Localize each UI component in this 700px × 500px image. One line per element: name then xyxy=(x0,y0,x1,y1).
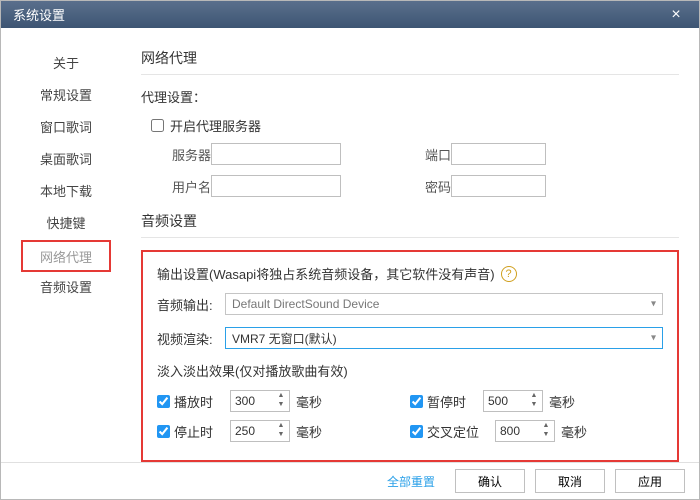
fade-cross-checkbox[interactable] xyxy=(410,425,423,438)
proxy-settings-label: 代理设置： xyxy=(141,87,679,106)
footer: 全部重置 确认 取消 应用 xyxy=(1,462,699,499)
username-input[interactable] xyxy=(211,175,341,197)
spin-down-icon[interactable]: ▼ xyxy=(540,431,552,440)
sidebar-item-local-download[interactable]: 本地下载 xyxy=(21,176,111,208)
sidebar-item-desktop-lyrics[interactable]: 桌面歌词 xyxy=(21,144,111,176)
fade-pause-label: 暂停时 xyxy=(427,392,477,411)
cancel-button[interactable]: 取消 xyxy=(535,469,605,493)
titlebar: 系统设置 × xyxy=(1,1,699,28)
video-render-label: 视频渲染: xyxy=(157,329,225,348)
fade-unit: 毫秒 xyxy=(549,392,575,411)
spin-up-icon[interactable]: ▲ xyxy=(275,392,287,401)
main-panel: 网络代理 代理设置： 开启代理服务器 服务器 端口 用户名 密码 音频设置 xyxy=(131,28,699,462)
fade-cross-spinner[interactable]: 800 ▲▼ xyxy=(495,420,555,442)
fade-unit: 毫秒 xyxy=(561,422,587,441)
sidebar-item-network-proxy[interactable]: 网络代理 xyxy=(21,240,111,272)
fade-stop-label: 停止时 xyxy=(174,422,224,441)
sidebar-item-shortcuts[interactable]: 快捷键 xyxy=(21,208,111,240)
fade-play-spinner[interactable]: 300 ▲▼ xyxy=(230,390,290,412)
chevron-down-icon: ▾ xyxy=(651,299,656,310)
fade-unit: 毫秒 xyxy=(296,422,322,441)
fade-stop-spinner[interactable]: 250 ▲▼ xyxy=(230,420,290,442)
help-icon[interactable]: ? xyxy=(501,266,517,282)
port-input[interactable] xyxy=(451,143,546,165)
username-label: 用户名 xyxy=(151,177,211,196)
server-input[interactable] xyxy=(211,143,341,165)
enable-proxy-checkbox[interactable] xyxy=(151,119,164,132)
audio-output-value: Default DirectSound Device xyxy=(232,297,379,311)
fade-stop-checkbox[interactable] xyxy=(157,425,170,438)
spin-down-icon[interactable]: ▼ xyxy=(275,401,287,410)
fade-play-value: 300 xyxy=(235,394,255,408)
fade-stop-value: 250 xyxy=(235,424,255,438)
fade-unit: 毫秒 xyxy=(296,392,322,411)
audio-output-label: 音频输出: xyxy=(157,295,225,314)
password-label: 密码 xyxy=(411,177,451,196)
fade-title: 淡入淡出效果(仅对播放歌曲有效) xyxy=(157,361,663,380)
reset-all-link[interactable]: 全部重置 xyxy=(387,473,435,490)
fade-play-label: 播放时 xyxy=(174,392,224,411)
spin-up-icon[interactable]: ▲ xyxy=(540,422,552,431)
settings-dialog: 系统设置 × 关于 常规设置 窗口歌词 桌面歌词 本地下载 快捷键 网络代理 音… xyxy=(0,0,700,500)
fade-pause-checkbox[interactable] xyxy=(410,395,423,408)
dialog-body: 关于 常规设置 窗口歌词 桌面歌词 本地下载 快捷键 网络代理 音频设置 网络代… xyxy=(1,28,699,462)
audio-highlight-box: 输出设置(Wasapi将独占系统音频设备，其它软件没有声音) ? 音频输出: D… xyxy=(141,250,679,462)
ok-button[interactable]: 确认 xyxy=(455,469,525,493)
sidebar-item-general[interactable]: 常规设置 xyxy=(21,80,111,112)
video-render-select[interactable]: VMR7 无窗口(默认) ▾ xyxy=(225,327,663,349)
spin-down-icon[interactable]: ▼ xyxy=(275,431,287,440)
sidebar: 关于 常规设置 窗口歌词 桌面歌词 本地下载 快捷键 网络代理 音频设置 xyxy=(1,28,131,462)
apply-button[interactable]: 应用 xyxy=(615,469,685,493)
chevron-down-icon: ▾ xyxy=(651,333,656,344)
fade-cross-value: 800 xyxy=(500,424,520,438)
fade-cross-label: 交叉定位 xyxy=(427,422,489,441)
port-label: 端口 xyxy=(411,145,451,164)
fade-pause-value: 500 xyxy=(488,394,508,408)
password-input[interactable] xyxy=(451,175,546,197)
spin-up-icon[interactable]: ▲ xyxy=(275,422,287,431)
close-icon[interactable]: × xyxy=(661,5,691,25)
server-label: 服务器 xyxy=(151,145,211,164)
sidebar-item-audio[interactable]: 音频设置 xyxy=(21,272,111,304)
sidebar-item-window-lyrics[interactable]: 窗口歌词 xyxy=(21,112,111,144)
fade-pause-spinner[interactable]: 500 ▲▼ xyxy=(483,390,543,412)
fade-play-checkbox[interactable] xyxy=(157,395,170,408)
output-hint: 输出设置(Wasapi将独占系统音频设备，其它软件没有声音) xyxy=(157,264,495,283)
audio-output-select[interactable]: Default DirectSound Device ▾ xyxy=(225,293,663,315)
window-title: 系统设置 xyxy=(13,5,661,24)
spin-up-icon[interactable]: ▲ xyxy=(528,392,540,401)
audio-section-title: 音频设置 xyxy=(141,211,679,238)
sidebar-item-about[interactable]: 关于 xyxy=(21,48,111,80)
spin-down-icon[interactable]: ▼ xyxy=(528,401,540,410)
network-section-title: 网络代理 xyxy=(141,48,679,75)
enable-proxy-label: 开启代理服务器 xyxy=(170,116,261,135)
video-render-value: VMR7 无窗口(默认) xyxy=(232,330,337,347)
